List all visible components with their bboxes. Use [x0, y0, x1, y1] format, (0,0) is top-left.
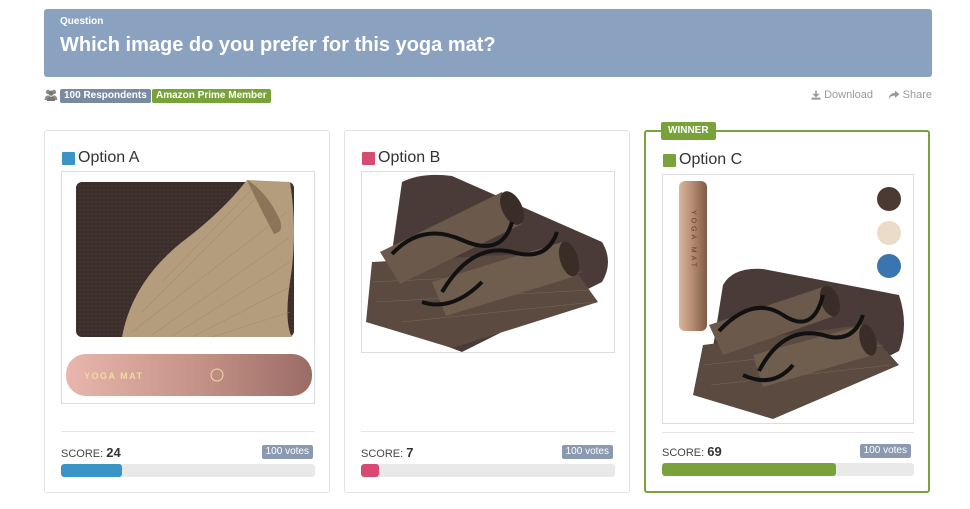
- score-progress-fill: [662, 463, 836, 476]
- option-color-swatch: [362, 151, 375, 165]
- yoga-mat-image: YOGA MAT: [679, 181, 904, 419]
- votes-badge: 100 votes: [561, 445, 613, 459]
- option-title-label: Option A: [78, 149, 140, 166]
- option-image[interactable]: [361, 171, 615, 353]
- score-progress-bar: [61, 464, 315, 477]
- score-value: 69: [707, 444, 722, 459]
- votes-badge: 100 votes: [261, 445, 313, 459]
- question-label: Question: [60, 16, 104, 27]
- tube-text: YOGA MAT: [690, 210, 697, 270]
- question-banner: Question Which image do you prefer for t…: [44, 9, 932, 77]
- divider: [61, 431, 315, 432]
- meta-row: 100 Respondents Amazon Prime Member Down…: [44, 88, 932, 104]
- score-progress-bar: [361, 464, 615, 477]
- question-text: Which image do you prefer for this yoga …: [60, 34, 496, 56]
- winner-badge: WINNER: [661, 122, 716, 140]
- score-label: SCORE:: [361, 448, 404, 460]
- yoga-mat-image: [366, 174, 608, 352]
- score-value: 7: [406, 445, 414, 460]
- option-title: Option C: [663, 151, 742, 169]
- share-link[interactable]: Share: [888, 89, 932, 101]
- download-label: Download: [824, 89, 873, 101]
- audience-badge: Amazon Prime Member: [152, 89, 271, 103]
- divider: [662, 432, 914, 433]
- score-line: SCORE: 24: [61, 445, 121, 460]
- option-color-swatch: [62, 151, 75, 165]
- option-card-b[interactable]: Option B SCORE: 7 100 votes: [344, 130, 630, 493]
- yoga-mat-image: YOGA MAT: [66, 180, 312, 396]
- option-card-c[interactable]: Option C YOGA MAT SCORE: 69 100 votes: [644, 130, 930, 493]
- score-label: SCORE:: [61, 448, 104, 460]
- download-icon: [811, 90, 821, 100]
- divider: [361, 431, 615, 432]
- score-value: 24: [106, 445, 121, 460]
- respondents-badge: 100 Respondents: [60, 89, 151, 103]
- score-line: SCORE: 69: [662, 444, 722, 459]
- option-title: Option A: [62, 149, 139, 167]
- share-label: Share: [902, 89, 932, 101]
- score-progress-bar: [662, 463, 914, 476]
- download-link[interactable]: Download: [811, 89, 873, 101]
- option-image[interactable]: YOGA MAT: [61, 171, 315, 404]
- people-icon: [44, 89, 58, 101]
- option-title-label: Option B: [378, 149, 441, 166]
- option-image[interactable]: YOGA MAT: [662, 174, 914, 424]
- mat-text: YOGA MAT: [84, 371, 144, 381]
- option-card-a[interactable]: Option A YOGA MAT SCORE: 24 100 votes: [44, 130, 330, 493]
- votes-badge: 100 votes: [859, 444, 911, 458]
- option-title: Option B: [362, 149, 440, 167]
- score-progress-fill: [61, 464, 122, 477]
- option-title-label: Option C: [679, 151, 743, 168]
- score-label: SCORE:: [662, 447, 705, 459]
- option-color-swatch: [663, 153, 676, 167]
- score-progress-fill: [361, 464, 379, 477]
- share-icon: [888, 90, 900, 100]
- score-line: SCORE: 7: [361, 445, 413, 460]
